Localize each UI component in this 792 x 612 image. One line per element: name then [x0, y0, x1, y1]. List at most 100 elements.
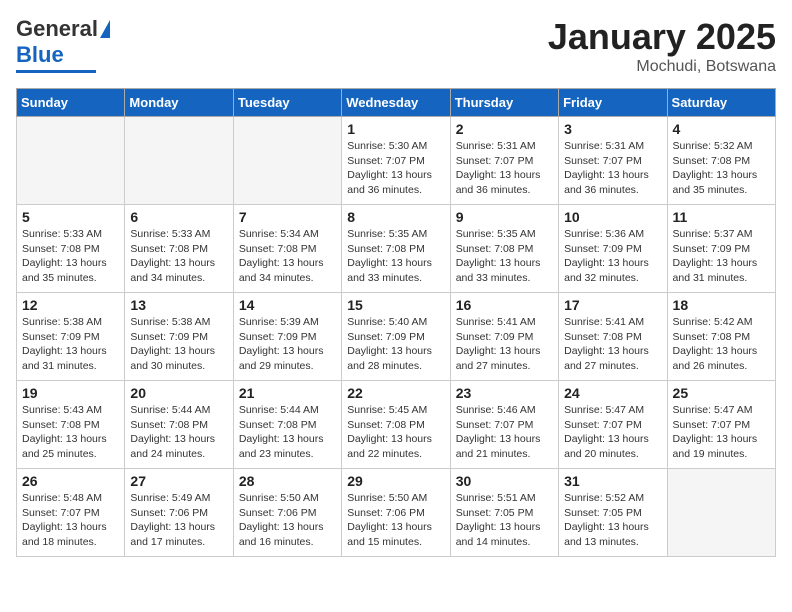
- logo-underline: [16, 70, 96, 73]
- day-info: Sunrise: 5:33 AMSunset: 7:08 PMDaylight:…: [22, 227, 119, 286]
- day-info: Sunrise: 5:43 AMSunset: 7:08 PMDaylight:…: [22, 403, 119, 462]
- day-number: 17: [564, 297, 661, 313]
- calendar-cell: [233, 117, 341, 205]
- day-info: Sunrise: 5:50 AMSunset: 7:06 PMDaylight:…: [239, 491, 336, 550]
- calendar-cell: 17 Sunrise: 5:41 AMSunset: 7:08 PMDayligh…: [559, 293, 667, 381]
- calendar-cell: 15 Sunrise: 5:40 AMSunset: 7:09 PMDayligh…: [342, 293, 450, 381]
- day-number: 26: [22, 473, 119, 489]
- day-info: Sunrise: 5:35 AMSunset: 7:08 PMDaylight:…: [347, 227, 444, 286]
- day-number: 9: [456, 209, 553, 225]
- day-number: 5: [22, 209, 119, 225]
- calendar-cell: 6Sunrise: 5:33 AMSunset: 7:08 PMDaylight…: [125, 205, 233, 293]
- logo-blue-text: Blue: [16, 42, 64, 68]
- calendar-cell: [125, 117, 233, 205]
- calendar-cell: 30Sunrise: 5:51 AMSunset: 7:05 PMDayligh…: [450, 469, 558, 557]
- calendar-cell: 2Sunrise: 5:31 AMSunset: 7:07 PMDaylight…: [450, 117, 558, 205]
- calendar-cell: 3 Sunrise: 5:31 AMSunset: 7:07 PMDaylight…: [559, 117, 667, 205]
- day-info: Sunrise: 5:52 AMSunset: 7:05 PMDaylight:…: [564, 491, 661, 550]
- day-info: Sunrise: 5:41 AMSunset: 7:09 PMDaylight:…: [456, 315, 553, 374]
- day-info: Sunrise: 5:41 AMSunset: 7:08 PMDaylight:…: [564, 315, 661, 374]
- calendar-cell: 7 Sunrise: 5:34 AMSunset: 7:08 PMDaylight…: [233, 205, 341, 293]
- day-info: Sunrise: 5:47 AMSunset: 7:07 PMDaylight:…: [673, 403, 770, 462]
- calendar-cell: 24Sunrise: 5:47 AMSunset: 7:07 PMDayligh…: [559, 381, 667, 469]
- day-info: Sunrise: 5:30 AMSunset: 7:07 PMDaylight:…: [347, 139, 444, 198]
- day-info: Sunrise: 5:51 AMSunset: 7:05 PMDaylight:…: [456, 491, 553, 550]
- week-row-4: 19 Sunrise: 5:43 AMSunset: 7:08 PMDayligh…: [17, 381, 776, 469]
- day-info: Sunrise: 5:42 AMSunset: 7:08 PMDaylight:…: [673, 315, 770, 374]
- day-number: 20: [130, 385, 227, 401]
- calendar-cell: 13 Sunrise: 5:38 AMSunset: 7:09 PMDayligh…: [125, 293, 233, 381]
- calendar-cell: 23Sunrise: 5:46 AMSunset: 7:07 PMDayligh…: [450, 381, 558, 469]
- calendar-table: SundayMondayTuesdayWednesdayThursdayFrid…: [16, 88, 776, 557]
- location-title: Mochudi, Botswana: [548, 58, 776, 76]
- day-number: 19: [22, 385, 119, 401]
- month-title: January 2025: [548, 16, 776, 58]
- calendar-cell: 9 Sunrise: 5:35 AMSunset: 7:08 PMDaylight…: [450, 205, 558, 293]
- calendar-cell: 27 Sunrise: 5:49 AMSunset: 7:06 PMDayligh…: [125, 469, 233, 557]
- day-number: 1: [347, 121, 444, 137]
- day-info: Sunrise: 5:31 AMSunset: 7:07 PMDaylight:…: [564, 139, 661, 198]
- day-number: 28: [239, 473, 336, 489]
- weekday-header-monday: Monday: [125, 89, 233, 117]
- day-info: Sunrise: 5:50 AMSunset: 7:06 PMDaylight:…: [347, 491, 444, 550]
- calendar-cell: 8 Sunrise: 5:35 AMSunset: 7:08 PMDaylight…: [342, 205, 450, 293]
- day-info: Sunrise: 5:47 AMSunset: 7:07 PMDaylight:…: [564, 403, 661, 462]
- weekday-header-row: SundayMondayTuesdayWednesdayThursdayFrid…: [17, 89, 776, 117]
- week-row-1: 1 Sunrise: 5:30 AMSunset: 7:07 PMDaylight…: [17, 117, 776, 205]
- calendar-cell: 25 Sunrise: 5:47 AMSunset: 7:07 PMDayligh…: [667, 381, 775, 469]
- calendar-cell: 10 Sunrise: 5:36 AMSunset: 7:09 PMDayligh…: [559, 205, 667, 293]
- day-number: 14: [239, 297, 336, 313]
- day-number: 16: [456, 297, 553, 313]
- day-number: 8: [347, 209, 444, 225]
- weekday-header-wednesday: Wednesday: [342, 89, 450, 117]
- calendar-cell: 16 Sunrise: 5:41 AMSunset: 7:09 PMDayligh…: [450, 293, 558, 381]
- day-number: 6: [130, 209, 227, 225]
- day-info: Sunrise: 5:45 AMSunset: 7:08 PMDaylight:…: [347, 403, 444, 462]
- calendar-cell: 26 Sunrise: 5:48 AMSunset: 7:07 PMDayligh…: [17, 469, 125, 557]
- day-number: 21: [239, 385, 336, 401]
- weekday-header-thursday: Thursday: [450, 89, 558, 117]
- day-number: 11: [673, 209, 770, 225]
- calendar-cell: 19 Sunrise: 5:43 AMSunset: 7:08 PMDayligh…: [17, 381, 125, 469]
- day-info: Sunrise: 5:38 AMSunset: 7:09 PMDaylight:…: [22, 315, 119, 374]
- day-info: Sunrise: 5:39 AMSunset: 7:09 PMDaylight:…: [239, 315, 336, 374]
- day-info: Sunrise: 5:44 AMSunset: 7:08 PMDaylight:…: [130, 403, 227, 462]
- calendar-cell: 28 Sunrise: 5:50 AMSunset: 7:06 PMDayligh…: [233, 469, 341, 557]
- day-number: 7: [239, 209, 336, 225]
- day-info: Sunrise: 5:34 AMSunset: 7:08 PMDaylight:…: [239, 227, 336, 286]
- day-number: 4: [673, 121, 770, 137]
- logo-general-text: General: [16, 16, 98, 42]
- day-info: Sunrise: 5:37 AMSunset: 7:09 PMDaylight:…: [673, 227, 770, 286]
- week-row-3: 12 Sunrise: 5:38 AMSunset: 7:09 PMDayligh…: [17, 293, 776, 381]
- calendar-cell: 22Sunrise: 5:45 AMSunset: 7:08 PMDayligh…: [342, 381, 450, 469]
- title-block: January 2025 Mochudi, Botswana: [548, 16, 776, 76]
- weekday-header-saturday: Saturday: [667, 89, 775, 117]
- calendar-cell: 29Sunrise: 5:50 AMSunset: 7:06 PMDayligh…: [342, 469, 450, 557]
- day-info: Sunrise: 5:48 AMSunset: 7:07 PMDaylight:…: [22, 491, 119, 550]
- day-number: 31: [564, 473, 661, 489]
- day-number: 12: [22, 297, 119, 313]
- weekday-header-sunday: Sunday: [17, 89, 125, 117]
- day-number: 3: [564, 121, 661, 137]
- day-number: 10: [564, 209, 661, 225]
- logo-triangle-icon: [100, 20, 110, 38]
- day-number: 13: [130, 297, 227, 313]
- day-number: 25: [673, 385, 770, 401]
- day-info: Sunrise: 5:46 AMSunset: 7:07 PMDaylight:…: [456, 403, 553, 462]
- calendar-cell: [17, 117, 125, 205]
- calendar-cell: 31 Sunrise: 5:52 AMSunset: 7:05 PMDayligh…: [559, 469, 667, 557]
- day-info: Sunrise: 5:32 AMSunset: 7:08 PMDaylight:…: [673, 139, 770, 198]
- day-number: 27: [130, 473, 227, 489]
- calendar-cell: 20 Sunrise: 5:44 AMSunset: 7:08 PMDayligh…: [125, 381, 233, 469]
- day-info: Sunrise: 5:35 AMSunset: 7:08 PMDaylight:…: [456, 227, 553, 286]
- day-number: 2: [456, 121, 553, 137]
- day-info: Sunrise: 5:49 AMSunset: 7:06 PMDaylight:…: [130, 491, 227, 550]
- calendar-cell: [667, 469, 775, 557]
- week-row-5: 26 Sunrise: 5:48 AMSunset: 7:07 PMDayligh…: [17, 469, 776, 557]
- calendar-cell: 14 Sunrise: 5:39 AMSunset: 7:09 PMDayligh…: [233, 293, 341, 381]
- day-info: Sunrise: 5:36 AMSunset: 7:09 PMDaylight:…: [564, 227, 661, 286]
- weekday-header-friday: Friday: [559, 89, 667, 117]
- day-info: Sunrise: 5:38 AMSunset: 7:09 PMDaylight:…: [130, 315, 227, 374]
- day-number: 15: [347, 297, 444, 313]
- day-info: Sunrise: 5:40 AMSunset: 7:09 PMDaylight:…: [347, 315, 444, 374]
